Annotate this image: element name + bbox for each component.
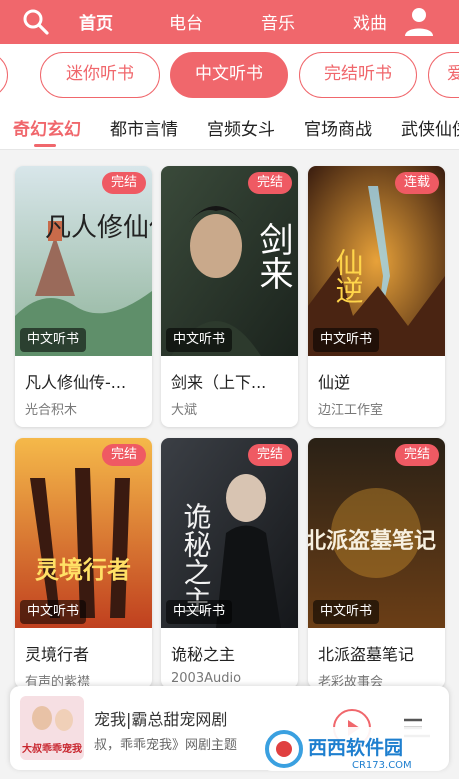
subtab-fantasy[interactable]: 奇幻玄幻: [13, 115, 81, 140]
book-title: 诡秘之主: [171, 645, 236, 664]
watermark-brand: 西西软件园: [308, 736, 403, 759]
book-card[interactable]: 剑来 完结 中文听书 剑来（上下... 大斌: [161, 166, 298, 427]
subtab-officialdom[interactable]: 官场商战: [304, 115, 372, 140]
divider: [0, 149, 459, 150]
user-icon[interactable]: [402, 4, 436, 38]
category-tag: 中文听书: [166, 328, 233, 352]
status-badge: 完结: [247, 444, 292, 466]
pill-mini-audiobook[interactable]: 迷你听书: [40, 52, 160, 98]
search-icon[interactable]: [22, 8, 50, 36]
book-title: 灵境行者: [25, 645, 90, 664]
book-author: 大斌: [171, 403, 198, 418]
subtab-urban-romance[interactable]: 都市言情: [110, 115, 178, 140]
book-card[interactable]: 灵境行者 完结 中文听书 灵境行者 有声的紫襟: [15, 438, 152, 688]
book-title: 剑来（上下...: [171, 373, 267, 392]
player-cover[interactable]: 大叔乖乖宠我: [20, 696, 84, 760]
top-nav-bar: 首页 电台 音乐 戏曲: [0, 0, 459, 44]
book-card[interactable]: 北派盗墓笔记 完结 中文听书 北派盗墓笔记 老彩故事会: [308, 438, 445, 688]
watermark-url: CR173.COM: [352, 760, 412, 771]
category-tag: 中文听书: [20, 328, 87, 352]
status-badge: 完结: [101, 172, 146, 194]
category-tag: 中文听书: [166, 600, 233, 624]
status-badge: 完结: [101, 444, 146, 466]
cover-title: 剑来: [253, 222, 293, 290]
pill-finished-audiobook[interactable]: 完结听书: [299, 52, 417, 98]
book-title: 仙逆: [318, 373, 351, 392]
cover-title: 灵境行者: [35, 556, 131, 584]
cover-title: 凡人修仙传: [45, 213, 152, 243]
category-pill-bar: 架 迷你听书 中文听书 完结听书 爱: [0, 44, 459, 107]
cover-title: 诡秘之主: [180, 502, 213, 614]
book-title: 北派盗墓笔记: [318, 645, 415, 664]
active-tab-indicator: [34, 144, 56, 147]
tab-music[interactable]: 音乐: [261, 9, 295, 34]
book-author: 边江工作室: [318, 403, 384, 418]
category-tag: 中文听书: [313, 600, 380, 624]
cover-title: 北派盗墓笔记: [308, 528, 436, 554]
book-title: 凡人修仙传-...: [25, 373, 127, 392]
pill-more[interactable]: 爱: [428, 52, 459, 98]
pill-chinese-audiobook[interactable]: 中文听书: [170, 52, 288, 98]
subtab-wuxia[interactable]: 武侠仙侠: [401, 115, 459, 140]
tab-home[interactable]: 首页: [79, 9, 113, 34]
category-tag: 中文听书: [313, 328, 380, 352]
book-card[interactable]: 凡人修仙传 完结 中文听书 凡人修仙传-... 光合积木: [15, 166, 152, 427]
pill-bookshelf[interactable]: 架: [0, 52, 8, 98]
book-card[interactable]: 诡秘之主 完结 中文听书 诡秘之主 2003Audio: [161, 438, 298, 688]
watermark-logo: 西西软件园 CR173.COM: [262, 727, 447, 771]
cover-title: 仙逆: [332, 248, 365, 304]
book-author: 光合积木: [25, 403, 78, 418]
tab-radio[interactable]: 电台: [169, 9, 203, 34]
status-badge: 连载: [394, 172, 439, 194]
book-card[interactable]: 仙逆 连载 中文听书 仙逆 边江工作室: [308, 166, 445, 427]
genre-tab-bar: 奇幻玄幻 都市言情 宫频女斗 官场商战 武侠仙侠: [0, 107, 459, 149]
book-author: 2003Audio: [171, 671, 242, 686]
player-cover-title: 大叔乖乖宠我: [22, 742, 82, 755]
status-badge: 完结: [394, 444, 439, 466]
tab-opera[interactable]: 戏曲: [353, 9, 387, 34]
category-tag: 中文听书: [20, 600, 87, 624]
subtab-palace[interactable]: 宫频女斗: [207, 115, 275, 140]
status-badge: 完结: [247, 172, 292, 194]
now-playing-title: 宠我|霸总甜宠网剧: [94, 710, 228, 729]
